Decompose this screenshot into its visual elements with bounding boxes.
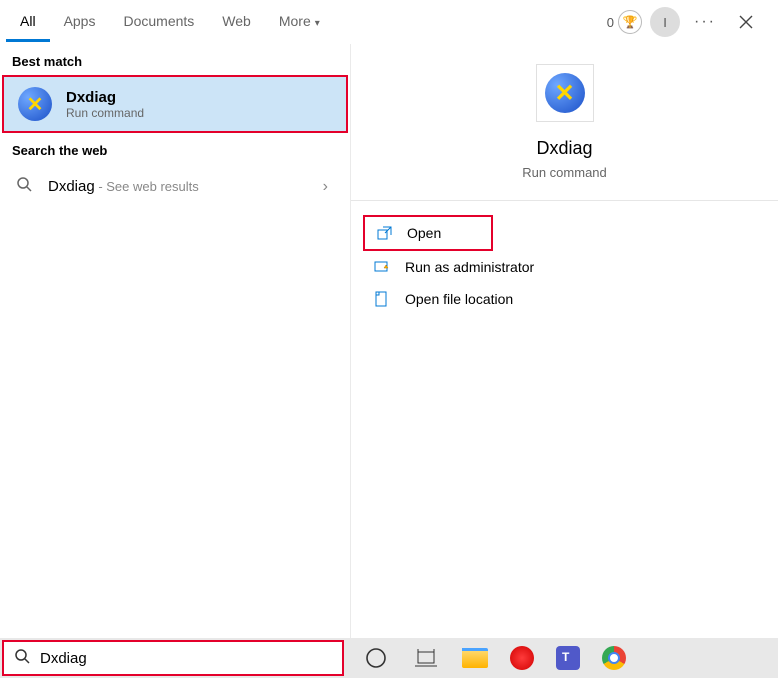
tab-apps[interactable]: Apps — [50, 3, 110, 42]
folder-icon — [373, 291, 391, 307]
web-result-term: Dxdiag — [48, 178, 95, 195]
open-action[interactable]: Open — [363, 215, 493, 251]
chrome-icon[interactable] — [602, 646, 626, 670]
dxdiag-icon: ✕ — [18, 87, 52, 121]
run-admin-label: Run as administrator — [405, 259, 534, 275]
tab-all[interactable]: All — [6, 3, 50, 42]
search-input[interactable] — [40, 650, 332, 667]
user-avatar[interactable]: I — [650, 7, 680, 37]
chevron-down-icon: ▾ — [315, 18, 320, 29]
file-explorer-icon[interactable] — [462, 648, 488, 668]
open-icon — [375, 226, 393, 241]
cortana-icon[interactable] — [362, 644, 390, 672]
teams-icon[interactable] — [556, 646, 580, 670]
tab-more[interactable]: More▾ — [265, 3, 334, 42]
search-icon — [14, 176, 34, 197]
search-box[interactable] — [2, 640, 344, 676]
taskbar — [0, 638, 778, 678]
best-match-label: Best match — [0, 44, 350, 75]
more-options-button[interactable]: ··· — [688, 13, 722, 31]
result-subtitle: Run command — [66, 106, 144, 120]
app-subtitle: Run command — [522, 165, 607, 180]
chevron-right-icon: › — [323, 178, 328, 196]
trophy-icon: 🏆 — [618, 10, 642, 34]
result-title: Dxdiag — [66, 89, 144, 106]
close-button[interactable] — [730, 6, 762, 38]
app-icon: ✕ — [536, 64, 594, 122]
rewards-points[interactable]: 0 🏆 — [607, 10, 642, 34]
web-result-suffix: - See web results — [95, 179, 199, 194]
search-web-label: Search the web — [0, 133, 350, 164]
search-icon — [14, 648, 30, 669]
open-label: Open — [407, 225, 441, 241]
tab-web[interactable]: Web — [208, 3, 265, 42]
opera-icon[interactable] — [510, 646, 534, 670]
search-filter-tabs: All Apps Documents Web More▾ 0 🏆 I ··· — [0, 0, 778, 44]
best-match-result[interactable]: ✕ Dxdiag Run command — [2, 75, 348, 133]
app-title: Dxdiag — [536, 138, 592, 159]
results-panel: Best match ✕ Dxdiag Run command Search t… — [0, 44, 350, 646]
tab-documents[interactable]: Documents — [109, 3, 208, 42]
run-as-admin-action[interactable]: Run as administrator — [363, 251, 766, 283]
detail-panel: ✕ Dxdiag Run command Open Run as adminis… — [350, 44, 778, 646]
admin-icon — [373, 259, 391, 275]
open-file-location-action[interactable]: Open file location — [363, 283, 766, 315]
open-location-label: Open file location — [405, 291, 513, 307]
task-view-icon[interactable] — [412, 644, 440, 672]
web-result[interactable]: Dxdiag - See web results › — [0, 164, 350, 209]
